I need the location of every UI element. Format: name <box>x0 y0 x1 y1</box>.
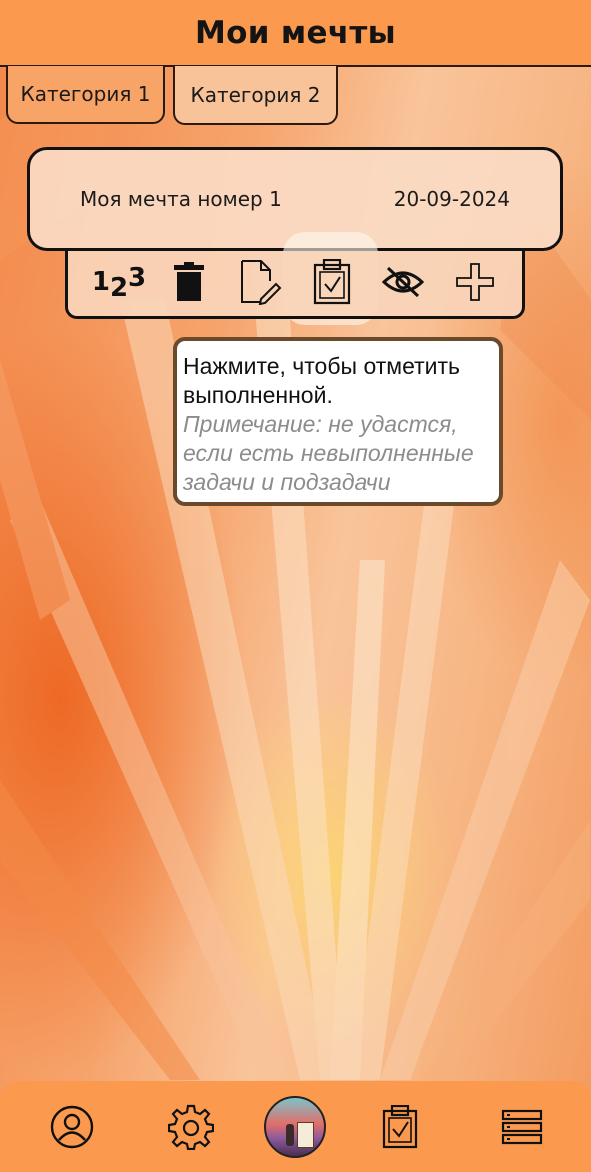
tab-label: Категория 1 <box>20 82 151 106</box>
plus-icon[interactable] <box>447 251 503 313</box>
numbers-icon[interactable]: 123 <box>91 251 147 313</box>
dream-date: 20-09-2024 <box>393 187 510 211</box>
tooltip-hint: Нажмите, чтобы отметить выполненной. При… <box>173 337 503 506</box>
avatar-card <box>297 1121 314 1148</box>
trash-icon[interactable] <box>161 251 217 313</box>
gear-icon[interactable] <box>165 1081 217 1172</box>
tooltip-main-text: Нажмите, чтобы отметить выполненной. <box>183 353 460 408</box>
app-logo-avatar[interactable] <box>263 1081 327 1172</box>
app-header: Мои мечты <box>0 0 591 67</box>
eye-off-icon[interactable] <box>375 251 431 313</box>
edit-icon[interactable] <box>233 251 289 313</box>
tab-category-1[interactable]: Категория 1 <box>6 66 165 124</box>
list-icon[interactable] <box>496 1081 548 1172</box>
avatar-figure <box>286 1123 294 1146</box>
clipboard-check-icon[interactable] <box>304 251 360 313</box>
avatar <box>264 1095 326 1158</box>
tab-label: Категория 2 <box>190 82 321 107</box>
profile-icon[interactable] <box>46 1081 98 1172</box>
clipboard-check-icon[interactable] <box>374 1081 426 1172</box>
tooltip-note-text: Примечание: не удастся, если есть невыпо… <box>183 411 474 495</box>
page-title: Мои мечты <box>194 14 396 51</box>
dream-name: Моя мечта номер 1 <box>80 187 282 211</box>
tab-category-2[interactable]: Категория 2 <box>173 66 338 125</box>
bottom-navigation <box>0 1081 591 1172</box>
numbers-glyph: 123 <box>91 263 147 303</box>
dream-toolbar: 123 <box>65 251 525 319</box>
